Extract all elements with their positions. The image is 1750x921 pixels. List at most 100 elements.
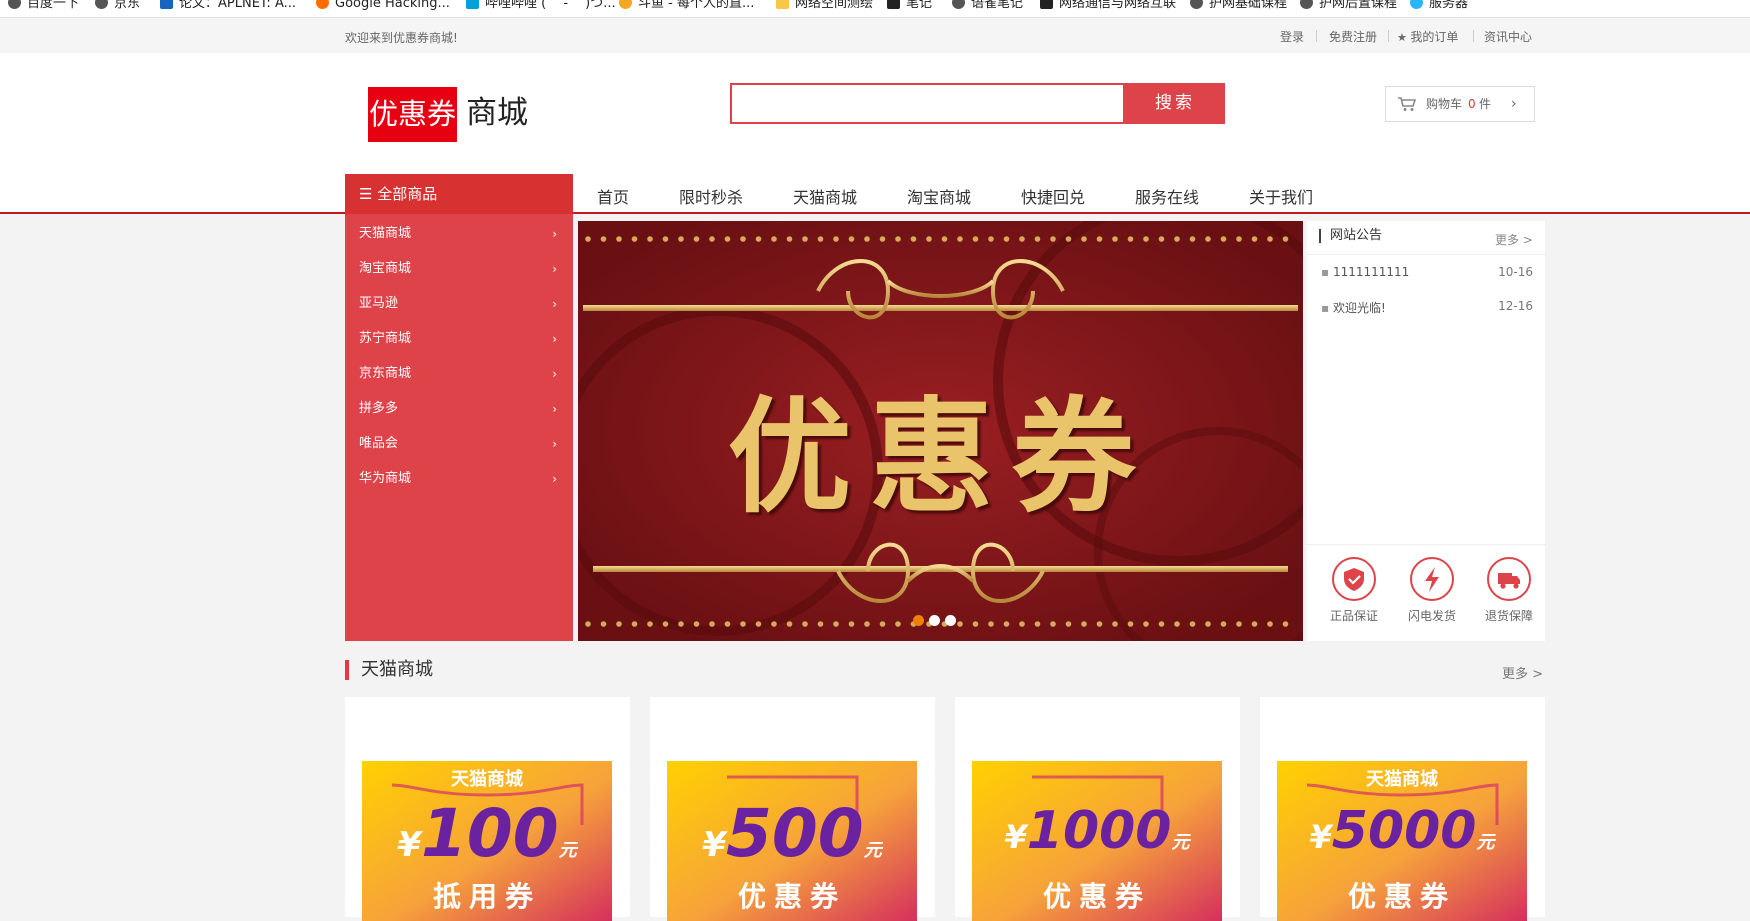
logo-mark[interactable]: 优惠券 bbox=[368, 87, 457, 142]
coupon-card[interactable]: 天猫商城 ¥5000元 优惠券 bbox=[1260, 697, 1545, 921]
chevron-right-icon: › bbox=[552, 472, 557, 486]
bullet-icon: ▪ bbox=[1321, 265, 1333, 279]
folder-icon bbox=[776, 0, 789, 9]
bookmark-item[interactable]: 护网后置课程 bbox=[1300, 0, 1397, 14]
category-item[interactable]: 亚马逊 › bbox=[359, 294, 559, 314]
fire-icon bbox=[316, 0, 329, 9]
search-button[interactable]: 搜索 bbox=[1125, 83, 1225, 124]
divider bbox=[1307, 254, 1545, 255]
cloud-icon bbox=[1410, 0, 1423, 9]
news-link[interactable]: 资讯中心 bbox=[1484, 28, 1532, 45]
chevron-right-icon: › bbox=[552, 297, 557, 311]
category-item[interactable]: 京东商城 › bbox=[359, 364, 559, 384]
divider bbox=[1473, 30, 1474, 42]
nav-bar bbox=[0, 174, 1750, 214]
nav-item-tmall[interactable]: 天猫商城 bbox=[793, 184, 857, 208]
section-title: 天猫商城 bbox=[345, 660, 433, 680]
nav-item-service[interactable]: 服务在线 bbox=[1135, 184, 1199, 208]
coupon-label: 优惠券 bbox=[1347, 880, 1456, 913]
bookmark-item[interactable]: 服务器 bbox=[1410, 0, 1468, 14]
menu-icon: ☰ bbox=[359, 185, 378, 203]
coupon-label: 优惠券 bbox=[1042, 880, 1151, 913]
welcome-text: 欢迎来到优惠券商城! bbox=[345, 31, 458, 45]
globe-icon bbox=[952, 0, 965, 9]
carousel-dot-active[interactable] bbox=[913, 615, 924, 626]
bullet-icon: ▪ bbox=[1321, 301, 1333, 315]
category-item[interactable]: 天猫商城 › bbox=[359, 224, 559, 244]
globe-icon bbox=[1190, 0, 1203, 9]
bookmark-item[interactable]: 京东 bbox=[95, 0, 140, 14]
coupon-amount: ¥100元 bbox=[397, 795, 577, 872]
chevron-right-icon: › bbox=[552, 332, 557, 346]
notice-title: 网站公告 bbox=[1319, 229, 1382, 243]
coupon-image: 天猫商城 ¥5000元 优惠券 bbox=[1277, 761, 1527, 921]
divider bbox=[1316, 30, 1317, 42]
register-link[interactable]: 免费注册 bbox=[1329, 28, 1377, 45]
carousel-dot[interactable] bbox=[929, 615, 940, 626]
nav-item-taobao[interactable]: 淘宝商城 bbox=[907, 184, 971, 208]
cart-icon bbox=[1398, 97, 1417, 111]
coupon-card[interactable]: ¥1000元 优惠券 bbox=[955, 697, 1240, 921]
note-icon bbox=[1040, 0, 1053, 9]
category-item[interactable]: 唯品会 › bbox=[359, 434, 559, 454]
divider bbox=[1307, 544, 1545, 545]
coupon-card[interactable]: 天猫商城 ¥100元 抵用券 bbox=[345, 697, 630, 921]
category-item[interactable]: 华为商城 › bbox=[359, 469, 559, 489]
coupon-card[interactable]: ¥500元 优惠券 bbox=[650, 697, 935, 921]
logo-text[interactable]: 商城 bbox=[466, 92, 528, 134]
notice-more-link[interactable]: 更多 > bbox=[1495, 231, 1533, 248]
bookmark-item[interactable]: 护网基础课程 bbox=[1190, 0, 1287, 14]
chevron-right-icon: › bbox=[552, 262, 557, 276]
douyu-icon bbox=[619, 0, 632, 9]
bookmark-item[interactable]: 笔记 bbox=[887, 0, 932, 14]
bookmark-item[interactable]: 斗鱼 - 每个人的直... bbox=[619, 0, 754, 14]
globe-icon bbox=[8, 0, 21, 9]
bookmark-item[interactable]: 网络空间测绘 bbox=[776, 0, 873, 14]
login-link[interactable]: 登录 bbox=[1280, 28, 1304, 45]
globe-icon bbox=[95, 0, 108, 9]
search-input[interactable] bbox=[730, 83, 1125, 124]
coupon-brand: 天猫商城 bbox=[1366, 769, 1438, 790]
top-bar: 欢迎来到优惠券商城! 登录 免费注册 ★ 我的订单 资讯中心 bbox=[0, 18, 1750, 53]
coupon-brand: 天猫商城 bbox=[451, 769, 523, 790]
notice-panel: 网站公告 更多 > ▪ 1111111111 10-16 ▪ 欢迎光临! 12-16… bbox=[1307, 221, 1545, 641]
orders-link[interactable]: ★ 我的订单 bbox=[1397, 28, 1458, 45]
bookmark-item[interactable]: 网络通信与网络互联 bbox=[1040, 0, 1176, 14]
coupon-amount: ¥1000元 bbox=[1004, 801, 1190, 861]
bookmark-item[interactable]: 论文：APLNET: A... bbox=[160, 0, 296, 14]
bookmark-item[interactable]: 哔哩哔哩 ( ゜- ゜)つ... bbox=[466, 0, 616, 14]
category-item[interactable]: 苏宁商城 › bbox=[359, 329, 559, 349]
service-genuine: 正品保证 bbox=[1319, 557, 1389, 624]
coupon-amount: ¥500元 bbox=[702, 795, 882, 872]
coupon-label: 抵用券 bbox=[432, 880, 541, 913]
service-return: 退货保障 bbox=[1474, 557, 1544, 624]
cart-button[interactable]: 购物车 0 件 › bbox=[1385, 86, 1535, 122]
nav-item-redeem[interactable]: 快捷回兑 bbox=[1021, 184, 1085, 208]
nav-item-home[interactable]: 首页 bbox=[597, 184, 629, 208]
bookmark-item[interactable]: Google Hacking... bbox=[316, 0, 450, 14]
all-goods-menu[interactable]: ☰ 全部商品 bbox=[345, 174, 573, 214]
chevron-right-icon: › bbox=[552, 367, 557, 381]
banner-carousel[interactable]: 优惠券 bbox=[578, 221, 1303, 641]
nav-item-about[interactable]: 关于我们 bbox=[1249, 184, 1313, 208]
notice-item[interactable]: ▪ 欢迎光临! 12-16 bbox=[1321, 299, 1533, 316]
category-item[interactable]: 淘宝商城 › bbox=[359, 259, 559, 279]
divider bbox=[1388, 30, 1389, 42]
section-more-link[interactable]: 更多 > bbox=[1502, 663, 1543, 682]
bookmark-item[interactable]: 百度一下 bbox=[8, 0, 79, 14]
coupon-image: ¥500元 优惠券 bbox=[667, 761, 917, 921]
notice-item[interactable]: ▪ 1111111111 10-16 bbox=[1321, 265, 1533, 279]
chevron-right-icon: › bbox=[552, 402, 557, 416]
globe-icon bbox=[1300, 0, 1313, 9]
coupon-label: 优惠券 bbox=[737, 880, 846, 913]
xs-icon bbox=[160, 0, 173, 9]
category-sidebar: 天猫商城 › 淘宝商城 › 亚马逊 › 苏宁商城 › 京东商城 › 拼多多 › 唯品会 › 华… bbox=[345, 214, 573, 641]
category-item[interactable]: 拼多多 › bbox=[359, 399, 559, 419]
cart-unit: 件 bbox=[1479, 97, 1492, 111]
carousel-dot[interactable] bbox=[945, 615, 956, 626]
chevron-right-icon: › bbox=[552, 227, 557, 241]
nav-item-flash-sale[interactable]: 限时秒杀 bbox=[679, 184, 743, 208]
bookmark-item[interactable]: 语雀笔记 bbox=[952, 0, 1023, 14]
service-fast-delivery: 闪电发货 bbox=[1397, 557, 1467, 624]
star-icon: ★ bbox=[1397, 31, 1411, 44]
